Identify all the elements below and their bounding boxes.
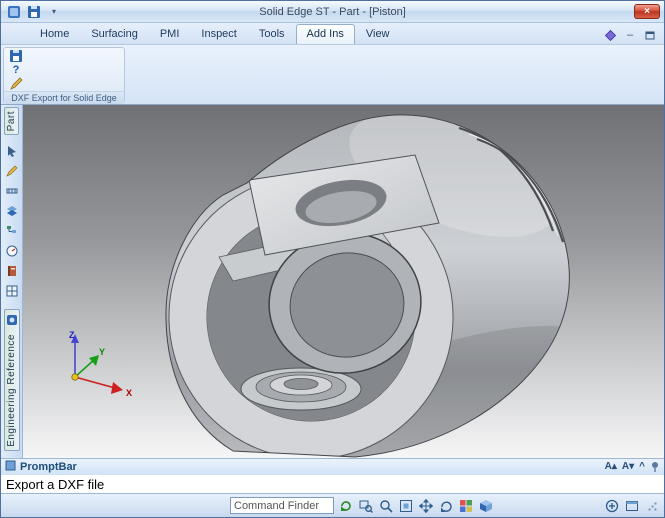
view-styles-icon[interactable] [457,497,474,514]
pathfinder-icon[interactable] [4,223,20,239]
title-bar: ▾ Solid Edge ST - Part - [Piston] × [1,1,664,23]
help-diamond-icon[interactable] [602,28,618,42]
engineering-reference-icon [6,313,18,331]
tab-add-ins[interactable]: Add Ins [295,24,355,44]
piston-scene: Z X Y [69,114,570,458]
app-icon[interactable] [5,4,23,20]
restore-window-button[interactable] [642,28,658,42]
window-layout-icon[interactable] [623,497,640,514]
tab-tools[interactable]: Tools [248,24,296,44]
zoom-icon[interactable] [377,497,394,514]
close-button[interactable]: × [634,4,660,19]
tab-part[interactable]: Part [4,107,19,136]
command-finder-input[interactable] [230,497,334,514]
tab-engineering-reference[interactable]: Engineering Reference [3,309,20,452]
ribbon-tab-row: Home Surfacing PMI Inspect Tools Add Ins… [1,23,664,45]
collapse-panel-button[interactable]: ^ [639,462,645,472]
app-window: ▾ Solid Edge ST - Part - [Piston] × Home… [0,0,665,518]
prompt-bar: PromptBar A▴ A▾ ^ [1,458,664,475]
tab-surfacing[interactable]: Surfacing [80,24,148,44]
zoom-area-icon[interactable] [357,497,374,514]
tab-view[interactable]: View [355,24,401,44]
3d-viewport[interactable]: Z X Y [23,105,664,458]
symbols-icon[interactable] [4,283,20,299]
zoom-in-icon[interactable] [603,497,620,514]
coordinate-triad: Z X Y [69,330,132,398]
axis-x-label: X [126,388,132,398]
layers-icon[interactable] [4,203,20,219]
window-title: Solid Edge ST - Part - [Piston] [259,5,406,18]
dxf-save-button[interactable] [6,49,26,63]
status-bar [1,493,664,517]
tab-inspect[interactable]: Inspect [190,24,247,44]
edgebar: Part Engineering Reference [1,105,23,458]
sketch-icon[interactable] [4,163,20,179]
prompt-message: Export a DXF file [1,475,664,493]
font-decrease-button[interactable]: A▾ [622,462,634,472]
dxf-help-button[interactable]: ? [6,63,26,77]
axis-y-label: Y [99,347,105,357]
refresh-icon[interactable] [337,497,354,514]
resize-grip[interactable] [643,497,660,514]
quick-access-toolbar: ▾ [1,4,63,20]
tab-part-label: Part [6,111,17,132]
qat-dropdown-button[interactable]: ▾ [45,4,63,20]
pin-boss [240,367,362,411]
shaded-cube-icon[interactable] [477,497,494,514]
library-icon[interactable] [4,263,20,279]
group-label: DXF Export for Solid Edge [4,91,124,104]
tab-engineering-reference-label: Engineering Reference [6,334,17,448]
select-icon[interactable] [4,143,20,159]
save-button[interactable] [25,4,43,20]
fit-icon[interactable] [397,497,414,514]
tab-pmi[interactable]: PMI [149,24,191,44]
tab-home[interactable]: Home [29,24,80,44]
dimension-icon[interactable] [4,183,20,199]
sensors-icon[interactable] [4,243,20,259]
pin-button[interactable] [650,461,660,473]
dxf-export-group: ? DXF Export for Solid Edge [3,47,125,104]
axis-z-label: Z [69,330,75,340]
minimize-ribbon-button[interactable]: – [622,28,638,42]
prompt-bar-title: PromptBar [20,461,77,473]
pan-icon[interactable] [417,497,434,514]
font-increase-button[interactable]: A▴ [605,462,617,472]
rotate-icon[interactable] [437,497,454,514]
ribbon-body: ? DXF Export for Solid Edge [1,45,664,105]
prompt-panel-icon[interactable] [5,458,16,476]
dxf-export-button[interactable] [6,77,26,91]
